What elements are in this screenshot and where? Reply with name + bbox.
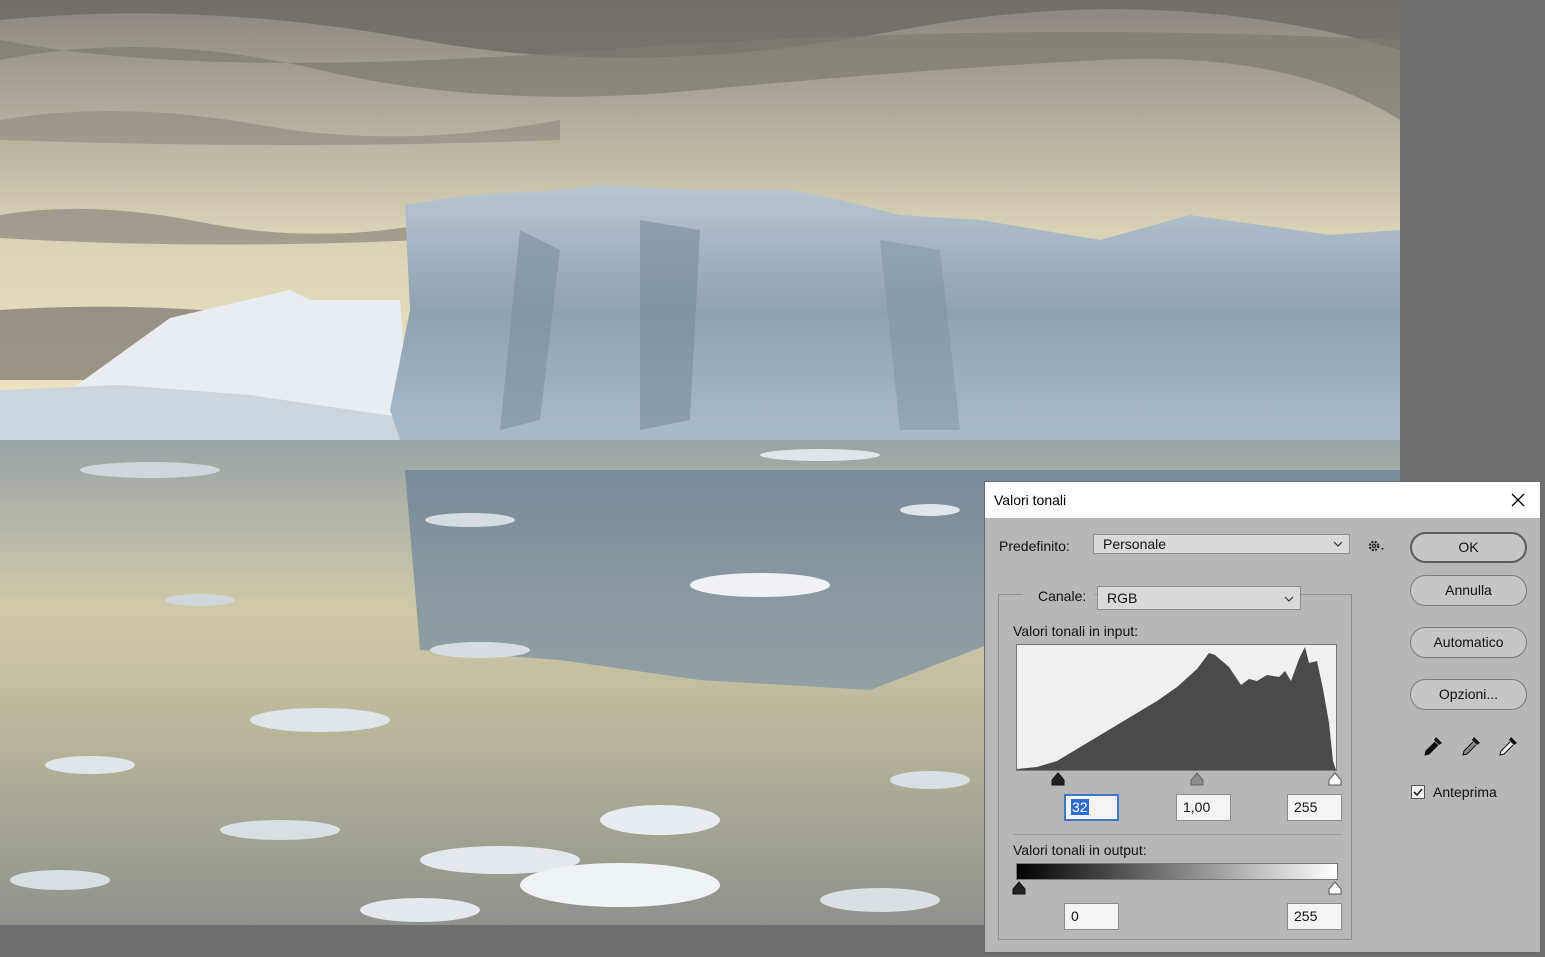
chevron-down-icon [1284,596,1294,602]
input-gamma-value: 1,00 [1183,799,1211,815]
input-black-field[interactable]: 32 [1064,794,1119,821]
levels-dialog: Valori tonali Predefinito: Personale Can… [984,481,1541,953]
cancel-button[interactable]: Annulla [1410,575,1527,606]
checkmark-icon [1413,788,1423,797]
output-white-field[interactable]: 255 [1287,903,1342,930]
levels-separator [1013,834,1342,835]
output-black-slider[interactable] [1012,881,1026,895]
preset-select[interactable]: Personale [1093,534,1350,554]
eyedropper-white-icon [1499,737,1517,756]
input-gamma-slider[interactable] [1190,772,1204,786]
preview-label[interactable]: Anteprima [1433,784,1497,800]
close-icon [1511,493,1525,507]
preset-label: Predefinito: [999,538,1070,554]
output-black-value: 0 [1071,908,1079,924]
dialog-title: Valori tonali [994,492,1067,508]
eyedropper-gray-icon [1462,737,1480,756]
input-white-field[interactable]: 255 [1287,794,1342,821]
gray-point-eyedropper[interactable] [1459,734,1483,758]
histogram-graph [1017,647,1336,770]
channel-label: Canale: [1038,588,1087,604]
input-black-value: 32 [1071,799,1089,815]
preset-value: Personale [1103,536,1167,552]
input-white-slider[interactable] [1328,772,1342,786]
preview-checkbox[interactable] [1411,785,1425,799]
input-black-slider[interactable] [1051,772,1065,786]
input-levels-label: Valori tonali in input: [1013,623,1139,639]
output-white-slider[interactable] [1328,881,1342,895]
gear-icon [1368,540,1384,552]
output-black-field[interactable]: 0 [1064,903,1119,930]
channel-value: RGB [1107,590,1138,606]
preset-options-button[interactable] [1366,538,1388,554]
chevron-down-icon [1333,541,1343,547]
options-button[interactable]: Opzioni... [1410,679,1527,710]
white-point-eyedropper[interactable] [1496,734,1520,758]
input-white-value: 255 [1294,799,1318,815]
output-white-value: 255 [1294,908,1318,924]
histogram [1016,644,1337,771]
auto-button[interactable]: Automatico [1410,627,1527,658]
eyedropper-black-icon [1424,737,1442,756]
channel-select[interactable]: RGB [1097,586,1301,610]
input-gamma-field[interactable]: 1,00 [1176,794,1231,821]
close-button[interactable] [1496,482,1540,518]
dialog-titlebar[interactable]: Valori tonali [985,482,1540,518]
output-levels-label: Valori tonali in output: [1013,842,1147,858]
output-gradient-bar [1016,863,1338,880]
ok-button[interactable]: OK [1410,532,1527,563]
black-point-eyedropper[interactable] [1421,734,1445,758]
